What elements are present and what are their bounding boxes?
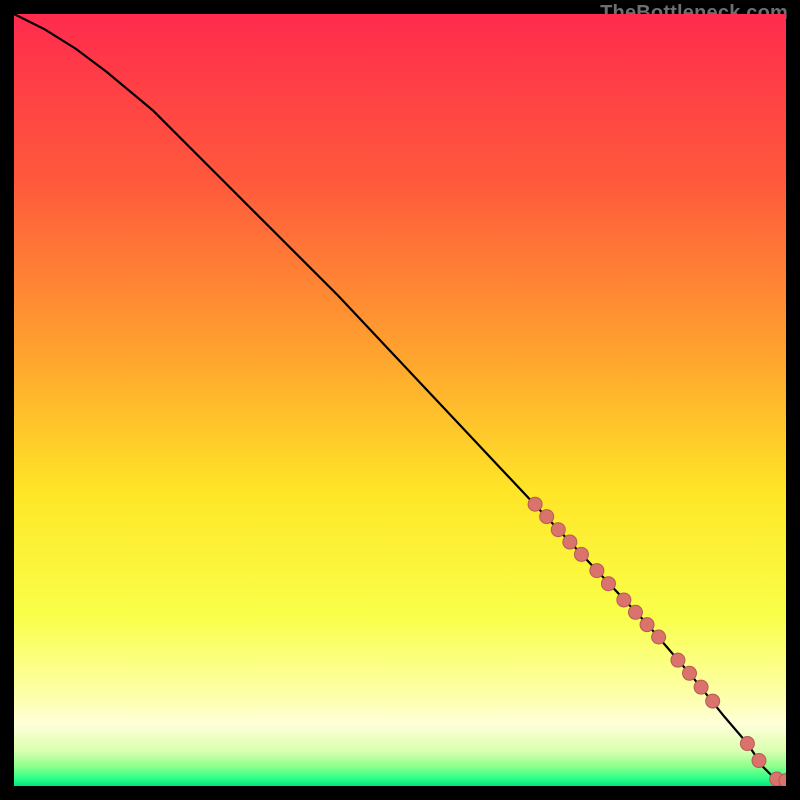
curve-marker <box>652 630 666 644</box>
curve-marker <box>528 497 542 511</box>
curve-marker <box>628 605 642 619</box>
curve-marker <box>740 737 754 751</box>
curve-marker <box>540 510 554 524</box>
curve-marker <box>563 535 577 549</box>
curve-marker <box>752 754 766 768</box>
curve-marker <box>590 564 604 578</box>
curve-marker <box>706 694 720 708</box>
curve-marker <box>671 653 685 667</box>
curve-marker <box>683 666 697 680</box>
curve-marker <box>694 680 708 694</box>
curve-marker <box>617 593 631 607</box>
plot-background <box>14 14 786 786</box>
curve-marker <box>551 523 565 537</box>
chart-stage: TheBottleneck.com <box>0 0 800 800</box>
curve-marker <box>640 618 654 632</box>
bottleneck-chart <box>14 14 786 786</box>
curve-marker <box>574 547 588 561</box>
curve-marker <box>601 577 615 591</box>
